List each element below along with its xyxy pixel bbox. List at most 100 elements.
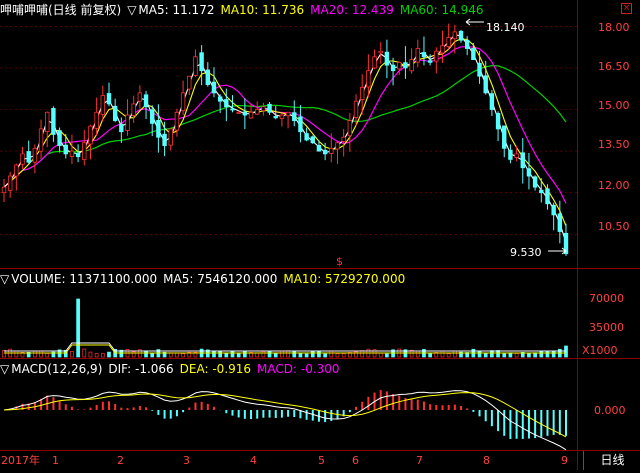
candle-body	[230, 108, 235, 111]
candle-body	[384, 51, 390, 66]
close-icon[interactable]: ×	[621, 3, 632, 14]
macd-histogram	[9, 390, 567, 439]
candle-body	[508, 149, 513, 160]
candle-body	[489, 93, 495, 110]
volume-tick: 35000	[589, 321, 624, 334]
candle-body	[199, 52, 204, 72]
candle-body	[477, 62, 482, 77]
volume-bar	[14, 350, 19, 358]
price-tick: 13.50	[598, 138, 630, 151]
triangle-down-icon[interactable]: ▽	[0, 362, 9, 376]
volume-bar	[236, 352, 241, 358]
volume-bar	[323, 353, 327, 358]
triangle-down-icon[interactable]: ▽	[0, 272, 9, 286]
candle-body	[322, 149, 328, 155]
volume-bar	[70, 351, 74, 358]
candle-body	[279, 114, 285, 120]
candle-body	[261, 106, 266, 112]
candle-body	[545, 188, 550, 205]
candle-body	[273, 116, 278, 119]
candle-body	[14, 164, 19, 177]
volume-bar	[385, 353, 389, 358]
candle-body	[26, 151, 31, 163]
period-tab-daily[interactable]: 日线	[583, 451, 640, 470]
volume-value: VOLUME: 11371100.000	[11, 272, 158, 286]
volume-ma5-line	[4, 342, 566, 352]
dea-value: DEA: -0.916	[179, 362, 252, 376]
candle-body	[502, 125, 507, 149]
volume-bar	[514, 353, 519, 358]
volume-tick: 70000	[589, 292, 624, 305]
volume-bar	[88, 351, 93, 358]
candle-body	[539, 189, 544, 194]
candle-body	[217, 96, 223, 102]
candle-body	[125, 114, 130, 131]
candle-body	[205, 69, 211, 85]
candle-body	[427, 60, 433, 63]
candle-body	[193, 56, 198, 76]
volume-bar	[33, 350, 37, 358]
candle-body	[242, 111, 248, 116]
candle-body	[335, 142, 340, 150]
volume-bar	[502, 353, 507, 358]
candle-body	[551, 204, 556, 216]
volume-bar	[94, 353, 99, 358]
candle-body	[397, 61, 402, 70]
volume-bar	[378, 352, 383, 358]
date-label: 8	[483, 454, 490, 467]
candle-body	[112, 105, 118, 121]
volume-bar	[100, 352, 105, 358]
candle-body	[452, 31, 458, 40]
price-axis: 18.00 16.50 15.00 13.50 12.00 10.50	[598, 21, 630, 233]
volume-bar	[551, 351, 556, 358]
candle-body	[415, 48, 420, 63]
candle-body	[434, 50, 439, 62]
candle-body	[248, 111, 254, 119]
macd-label: MACD(12,26,9)	[11, 362, 103, 376]
candle-body	[403, 62, 408, 69]
candle-body	[51, 107, 56, 135]
volume-bar	[107, 351, 111, 358]
candle-body	[143, 94, 149, 108]
candle-body	[341, 136, 346, 142]
candle-body	[174, 111, 180, 131]
candle-body	[106, 93, 112, 105]
candle-body	[236, 111, 241, 114]
date-label: 7	[416, 454, 423, 467]
candle-body	[372, 56, 377, 69]
date-label: 5	[318, 454, 325, 467]
triangle-down-icon[interactable]: ▽	[127, 3, 136, 17]
ma60-value: MA60: 14.946	[399, 3, 484, 17]
dif-value: DIF: -1.066	[108, 362, 174, 376]
candle-body	[38, 128, 44, 152]
candle-body	[557, 213, 563, 232]
volume-bar	[446, 353, 451, 358]
volume-bar	[82, 348, 87, 358]
candle-body	[298, 116, 303, 133]
candle-body	[304, 133, 309, 141]
volume-bar	[452, 350, 457, 358]
candle-body	[131, 103, 136, 116]
candle-body	[440, 45, 445, 54]
dea-line	[3, 392, 567, 438]
candle-body	[1, 186, 7, 194]
volume-bar	[483, 352, 488, 358]
candle-body	[100, 95, 106, 115]
macd-value: MACD: -0.300	[257, 362, 340, 376]
candlesticks	[1, 23, 569, 256]
candle-body	[464, 39, 470, 49]
low-label: 9.530	[510, 246, 542, 259]
volume-bar	[212, 350, 216, 358]
event-marker[interactable]: $	[336, 255, 343, 268]
volume-bar	[230, 351, 235, 358]
volume-bar	[76, 298, 80, 358]
date-label: 1	[52, 454, 59, 467]
volume-bar	[527, 353, 531, 358]
candle-body	[471, 48, 476, 60]
volume-bars	[2, 298, 568, 358]
stock-chart[interactable]: 18.00 16.50 15.00 13.50 12.00 10.50 7000…	[0, 0, 640, 470]
candle-body	[285, 111, 291, 117]
candle-body	[88, 125, 93, 145]
candle-body	[514, 153, 519, 158]
volume-bar	[280, 350, 284, 358]
